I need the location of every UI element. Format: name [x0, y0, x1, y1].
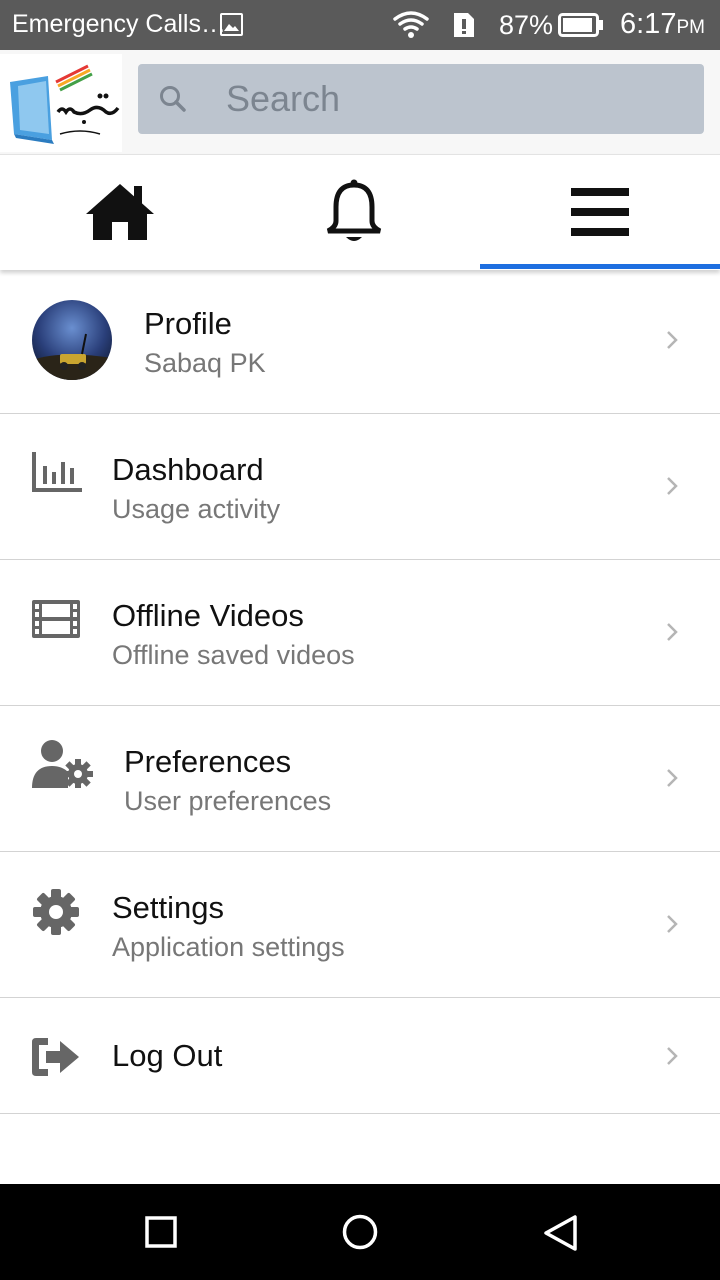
recent-apps-button[interactable]	[145, 1216, 177, 1248]
gear-icon	[33, 889, 79, 935]
menu-item-dashboard[interactable]: Dashboard Usage activity	[0, 414, 720, 560]
film-icon	[32, 600, 80, 638]
menu-item-preferences[interactable]: Preferences User preferences	[0, 706, 720, 852]
sign-out-icon	[32, 1038, 79, 1076]
menu-list: Profile Sabaq PK Dashboard Usage activit…	[0, 268, 720, 1114]
clock: 6:17PM	[620, 8, 705, 41]
search-input[interactable]	[226, 74, 686, 124]
wifi-icon	[392, 10, 430, 43]
home-button[interactable]	[342, 1214, 378, 1250]
battery-icon	[558, 13, 604, 42]
dashboard-title: Dashboard	[112, 452, 264, 487]
sabaq-logo[interactable]	[0, 54, 122, 152]
offline-videos-subtitle: Offline saved videos	[112, 640, 355, 670]
chevron-right-icon	[667, 915, 678, 933]
chevron-right-icon	[667, 623, 678, 641]
battery-percent: 87%	[499, 10, 554, 40]
chevron-right-icon	[667, 1047, 678, 1065]
app-header	[0, 50, 720, 154]
menu-item-settings[interactable]: Settings Application settings	[0, 852, 720, 998]
bell-icon	[326, 179, 382, 241]
chevron-right-icon	[667, 769, 678, 787]
menu-item-offline-videos[interactable]: Offline Videos Offline saved videos	[0, 560, 720, 706]
tab-bar	[0, 154, 720, 270]
menu-item-logout[interactable]: Log Out	[0, 998, 720, 1114]
home-icon	[86, 184, 154, 240]
hamburger-icon	[571, 188, 629, 236]
preferences-title: Preferences	[124, 744, 292, 779]
image-notification-icon	[220, 13, 243, 36]
settings-subtitle: Application settings	[112, 932, 345, 962]
carrier-text: Emergency Calls…	[12, 10, 226, 38]
search-icon	[158, 84, 188, 119]
clock-suffix: PM	[676, 17, 705, 38]
chevron-right-icon	[667, 331, 678, 349]
preferences-subtitle: User preferences	[124, 786, 332, 816]
logout-title: Log Out	[112, 1038, 223, 1073]
menu-item-profile[interactable]: Profile Sabaq PK	[0, 268, 720, 414]
offline-videos-title: Offline Videos	[112, 598, 304, 633]
sim-alert-icon	[451, 11, 477, 44]
search-bar[interactable]	[138, 64, 704, 134]
system-nav-bar	[0, 1184, 720, 1280]
chevron-right-icon	[667, 477, 678, 495]
profile-subtitle: Sabaq PK	[144, 348, 266, 378]
tab-notifications[interactable]	[234, 155, 474, 269]
back-button[interactable]	[542, 1214, 578, 1252]
dashboard-subtitle: Usage activity	[112, 494, 281, 524]
clock-time: 6:17	[620, 8, 677, 40]
status-bar: Emergency Calls… 87% 6:17PM	[0, 0, 720, 50]
avatar	[32, 300, 112, 380]
profile-title: Profile	[144, 306, 232, 341]
bar-chart-icon	[32, 452, 82, 492]
tab-home[interactable]	[0, 155, 240, 269]
settings-title: Settings	[112, 890, 225, 925]
user-gear-icon	[32, 740, 93, 788]
tab-menu[interactable]	[480, 155, 720, 269]
